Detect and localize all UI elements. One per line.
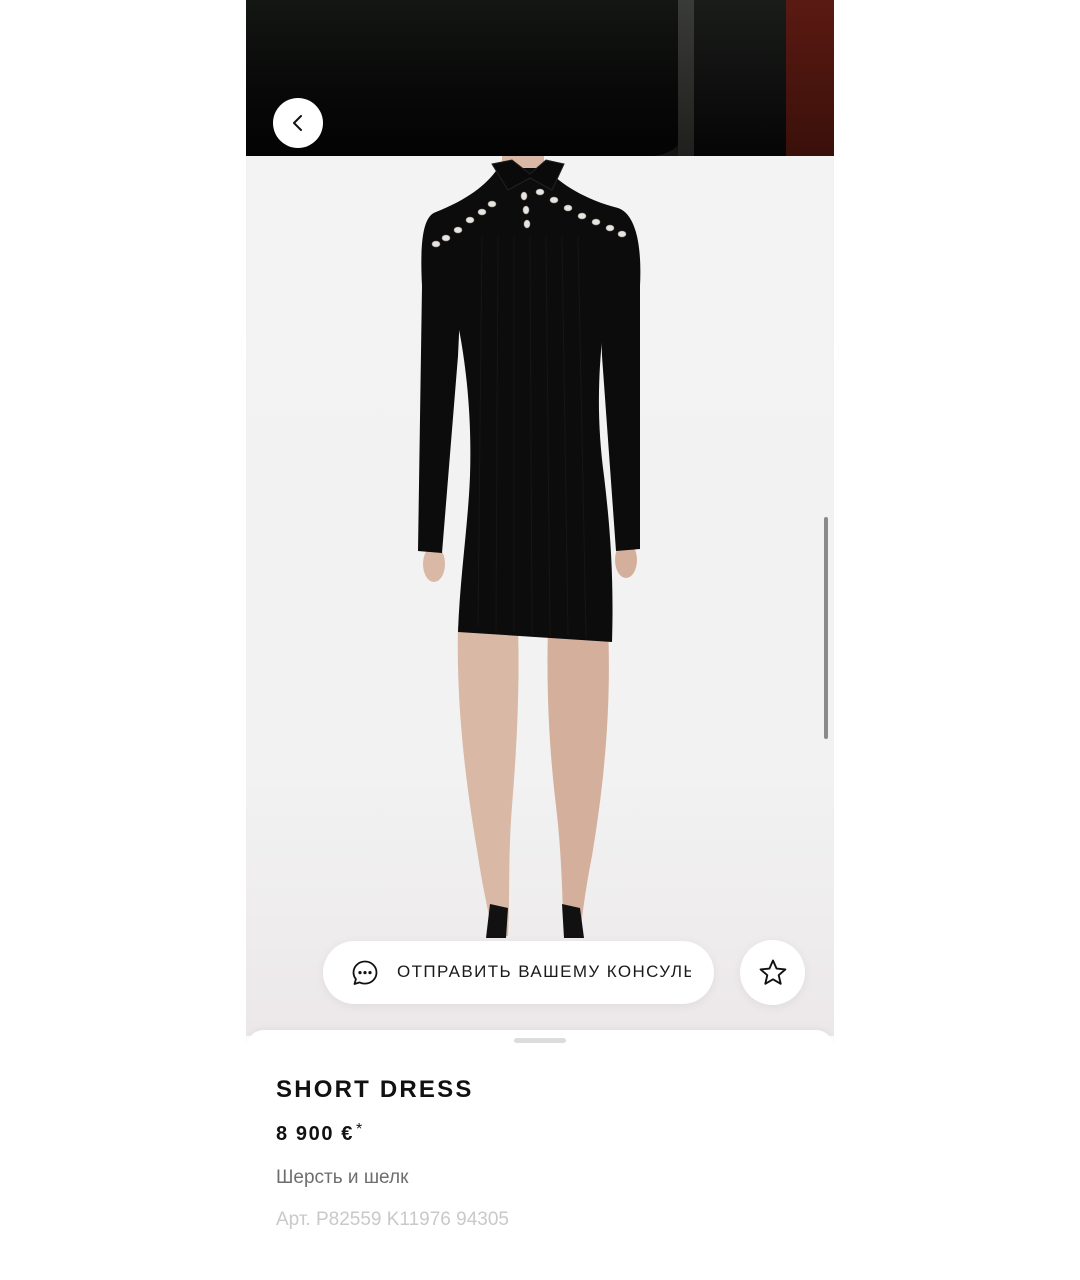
model-right-leg xyxy=(547,626,609,936)
sheet-drag-handle[interactable] xyxy=(514,1038,566,1043)
product-material: Шерсть и шелк xyxy=(276,1167,409,1188)
product-price: 8 900 € * xyxy=(276,1121,364,1146)
product-title: SHORT DRESS xyxy=(276,1076,474,1103)
model-left-leg xyxy=(457,626,519,936)
photo-shape xyxy=(786,0,834,156)
chevron-left-icon xyxy=(293,115,302,131)
back-button[interactable] xyxy=(273,98,323,148)
product-details-sheet[interactable]: SHORT DRESS 8 900 € * Шерсть и шелк Арт. … xyxy=(246,1030,834,1280)
product-article: Арт. P82559 K11976 94305 xyxy=(276,1209,509,1230)
star-icon xyxy=(759,959,786,985)
product-image[interactable] xyxy=(246,156,834,1036)
send-to-consultant-label: ОТПРАВИТЬ ВАШЕМУ КОНСУЛЬТАНТУ xyxy=(397,962,691,981)
price-value: 8 900 € xyxy=(276,1123,354,1145)
favorite-button[interactable] xyxy=(740,940,805,1005)
photo-shape xyxy=(694,0,786,156)
scroll-indicator[interactable] xyxy=(824,517,828,739)
dress-illustration xyxy=(418,156,641,938)
chat-bubble-icon xyxy=(352,960,378,985)
send-to-consultant-button[interactable]: ОТПРАВИТЬ ВАШЕМУ КОНСУЛЬТАНТУ xyxy=(323,941,714,1004)
price-note: * xyxy=(355,1121,364,1138)
previous-product-image xyxy=(246,0,834,156)
dress-body xyxy=(436,168,618,642)
product-screen: ОТПРАВИТЬ ВАШЕМУ КОНСУЛЬТАНТУ SHORT DRES… xyxy=(246,0,834,1280)
